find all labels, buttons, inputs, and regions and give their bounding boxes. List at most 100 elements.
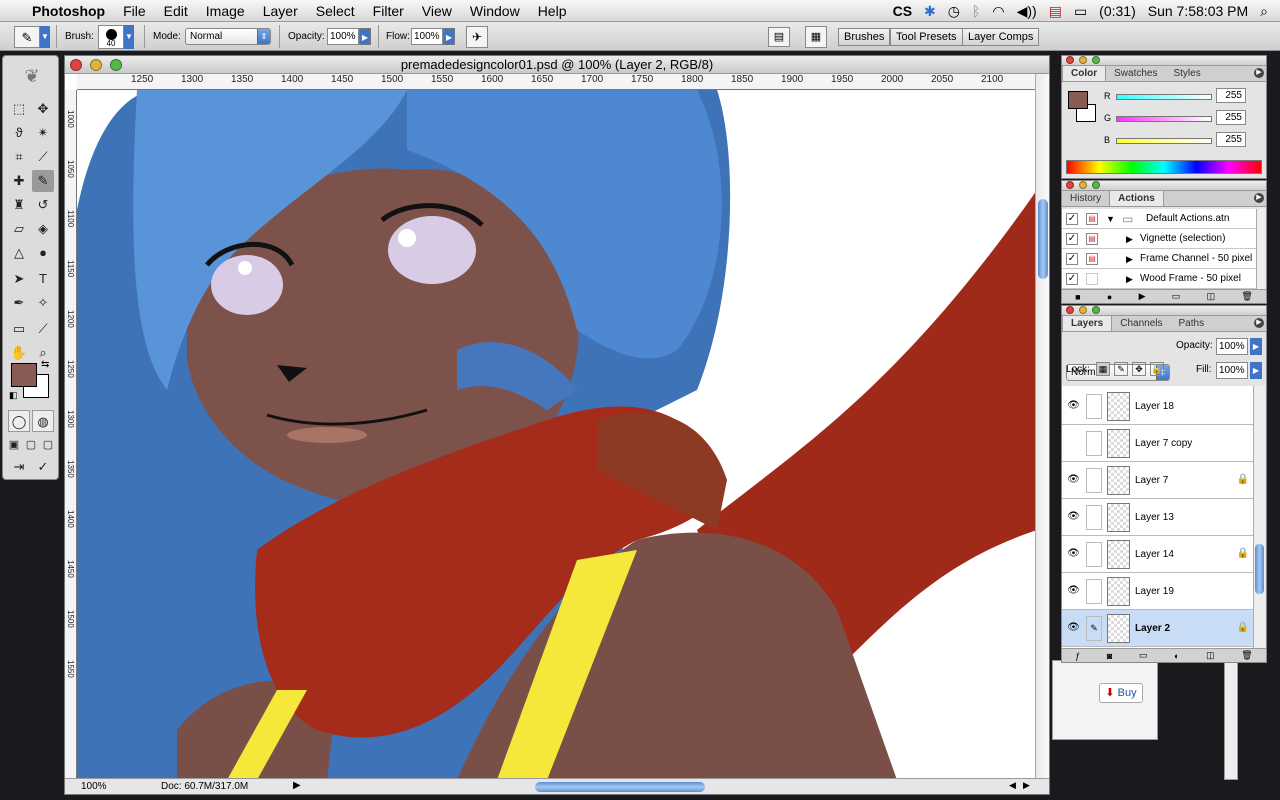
tab-actions[interactable]: Actions [1109,191,1164,206]
checkmark-icon[interactable]: ✓ [1066,253,1078,265]
minimize-panel-icon[interactable] [1079,306,1087,314]
lock-image-icon[interactable]: ✎ [1114,362,1128,376]
tab-channels[interactable]: Channels [1112,316,1170,331]
menu-window[interactable]: Window [461,0,529,22]
minimize-window-icon[interactable] [90,59,102,71]
channel-r-slider[interactable] [1116,94,1212,100]
palette-tab-brushes[interactable]: Brushes [838,28,891,46]
action-row[interactable]: ✓ ▤ ▶ Vignette (selection) [1062,229,1256,249]
checkmark-icon[interactable]: ✓ [1066,233,1078,245]
jump-to-imageready-icon[interactable]: ⇥ [8,456,30,478]
zoom-panel-icon[interactable] [1092,181,1100,189]
layer-opacity-slider-button[interactable]: ▶ [1250,338,1262,355]
layer-row-layer-18[interactable]: 👁 Layer 18 [1062,388,1253,425]
dialog-toggle-icon[interactable]: ▤ [1086,213,1098,225]
menu-file[interactable]: File [114,0,155,22]
tool-preset-picker[interactable]: ✎ ▼ [14,22,50,51]
checkmark-icon[interactable]: ✓ [1066,213,1078,225]
flow-slider-button[interactable]: ▶ [443,28,455,45]
close-window-icon[interactable] [70,59,82,71]
visibility-eye-icon[interactable]: 👁 [1066,510,1081,524]
layer-link-box[interactable] [1086,394,1102,419]
tab-swatches[interactable]: Swatches [1106,66,1165,81]
palette-tab-layer-comps[interactable]: Layer Comps [962,28,1040,46]
clone-stamp-tool-icon[interactable]: ♜ [8,194,30,216]
channel-g-input[interactable]: 255 [1216,110,1246,125]
path-selection-tool-icon[interactable]: ➤ [8,268,30,290]
flag-icon[interactable]: ▤ [1043,3,1068,20]
tab-history[interactable]: History [1062,191,1109,206]
clock[interactable]: Sun 7:58:03 PM [1142,3,1254,19]
layer-link-box[interactable] [1086,431,1102,456]
spotlight-icon[interactable]: ⌕ [1254,3,1280,20]
actions-set-row[interactable]: ✓ ▤ ▼ ▭ Default Actions.atn [1062,209,1256,229]
blur-tool-icon[interactable]: △ [8,242,30,264]
opacity-slider-button[interactable]: ▶ [359,28,371,45]
layer-row-layer-13[interactable]: 👁 Layer 13 [1062,499,1253,536]
dialog-toggle-icon[interactable]: ▤ [1086,253,1098,265]
visibility-eye-icon[interactable]: 👁 [1066,473,1081,487]
edit-in-imageready-icon[interactable]: ✓ [32,456,54,478]
magic-wand-tool-icon[interactable]: ✴ [32,122,54,144]
menu-help[interactable]: Help [529,0,576,22]
layers-scroll-thumb[interactable] [1255,544,1264,594]
tab-color[interactable]: Color [1062,66,1107,81]
layer-row-layer-19[interactable]: 👁 Layer 19 [1062,573,1253,610]
play-icon[interactable]: ▶ [1139,291,1146,302]
layer-row-layer-7[interactable]: 👁 Layer 7 🔒 [1062,462,1253,499]
color-foreground-swatch[interactable] [1068,91,1088,109]
notes-tool-icon[interactable]: ▭ [8,318,30,340]
color-spectrum-bar[interactable] [1066,160,1262,174]
zoom-window-icon[interactable] [110,59,122,71]
tab-styles[interactable]: Styles [1165,66,1208,81]
pen-tool-icon[interactable]: ✒ [8,292,30,314]
channel-b-slider[interactable] [1116,138,1212,144]
close-panel-icon[interactable] [1066,56,1074,64]
dialog-toggle-icon[interactable] [1086,273,1098,285]
image-canvas[interactable] [77,90,1037,780]
marquee-tool-icon[interactable]: ⬚ [8,98,30,120]
menu-select[interactable]: Select [307,0,364,22]
disclosure-closed-icon[interactable]: ▶ [1126,249,1133,269]
panel-menu-icon[interactable]: ▶ [1254,318,1264,328]
opacity-input[interactable]: 100% [327,28,359,45]
new-action-icon[interactable]: ◫ [1207,291,1216,302]
layer-style-icon[interactable]: ƒ [1075,651,1080,661]
move-tool-icon[interactable]: ✥ [32,98,54,120]
visibility-eye-hidden[interactable] [1066,436,1081,450]
new-layer-icon[interactable]: ◫ [1206,650,1215,661]
vertical-scrollbar[interactable] [1035,74,1049,780]
type-tool-icon[interactable]: T [32,268,54,290]
swap-colors-icon[interactable]: ⇆ [41,359,49,370]
quick-mask-mode-icon[interactable]: ◍ [32,410,54,432]
wifi-icon[interactable]: ◠ [986,3,1010,20]
horizontal-scroll-thumb[interactable] [535,782,705,792]
checkmark-icon[interactable]: ✓ [1066,273,1078,285]
sync-icon[interactable]: ✱ [918,3,942,20]
mode-select[interactable]: Normal ⇕ [185,28,271,45]
screen-mode-full-menu-icon[interactable]: ▢ [23,434,39,456]
layer-mask-icon[interactable]: ◙ [1107,651,1112,661]
visibility-eye-icon[interactable]: 👁 [1066,621,1081,635]
close-panel-icon[interactable] [1066,181,1074,189]
layer-row-layer-7-copy[interactable]: Layer 7 copy [1062,425,1253,462]
volume-icon[interactable]: ◀)) [1011,3,1043,20]
dialog-toggle-icon[interactable]: ▤ [1086,233,1098,245]
layer-opacity-input[interactable]: 100% [1216,338,1248,355]
visibility-eye-icon[interactable]: 👁 [1066,547,1081,561]
healing-brush-tool-icon[interactable]: ✚ [8,170,30,192]
scroll-left-arrow-icon[interactable]: ◀ [1009,780,1016,791]
horizontal-ruler[interactable]: 1250 1300 1350 1400 1450 1500 1550 1600 … [77,74,1037,90]
fill-input[interactable]: 100% [1216,362,1248,379]
actions-scrollbar[interactable] [1256,209,1266,289]
close-panel-icon[interactable] [1066,306,1074,314]
trash-icon[interactable]: 🗑 [1241,291,1252,302]
disclosure-closed-icon[interactable]: ▶ [1126,269,1133,289]
brush-picker[interactable]: 40 ▼ [98,22,134,51]
minimize-panel-icon[interactable] [1079,181,1087,189]
status-menu-arrow-icon[interactable]: ▶ [293,780,301,791]
default-colors-icon[interactable]: ◧ [9,390,18,401]
adjustment-layer-icon[interactable]: ◐ [1174,651,1179,661]
channel-g-slider[interactable] [1116,116,1212,122]
lock-transparency-icon[interactable]: ▦ [1096,362,1110,376]
